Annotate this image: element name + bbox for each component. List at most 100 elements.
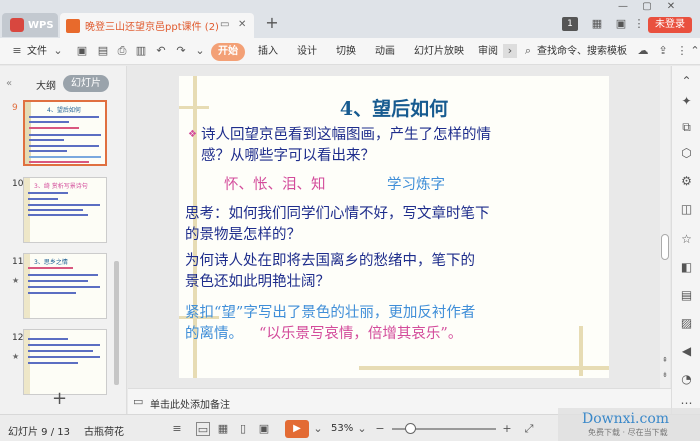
- slide-text-line: 景色还如此明艳壮阔？: [185, 274, 330, 290]
- theme-name[interactable]: 古瓶荷花: [84, 423, 124, 438]
- minimize-icon[interactable]: —: [612, 0, 634, 14]
- canvas-scrollbar[interactable]: ⇞ ⇟: [660, 66, 670, 388]
- adjust-icon[interactable]: ⚙: [679, 174, 694, 189]
- file-menu[interactable]: 文件: [27, 43, 47, 60]
- share-icon[interactable]: ⇪: [656, 44, 670, 58]
- save-icon[interactable]: ▣: [75, 44, 89, 58]
- thumbnail-line: [28, 209, 83, 211]
- tab-transition[interactable]: 切换: [336, 43, 356, 60]
- audio-icon[interactable]: ◀: [679, 344, 694, 359]
- layers-icon[interactable]: ◧: [679, 260, 694, 275]
- zoom-slider-knob[interactable]: [405, 423, 416, 434]
- slide-keywords-note: 学习炼字: [387, 177, 445, 193]
- slide-thumbnail-12[interactable]: [23, 329, 107, 395]
- zoom-in-icon[interactable]: +: [500, 422, 514, 436]
- tab-animation[interactable]: 动画: [375, 43, 395, 60]
- tab-present-icon[interactable]: ▭: [220, 19, 229, 30]
- play-dropdown-icon[interactable]: ⌄: [311, 422, 325, 436]
- zoom-out-icon[interactable]: −: [373, 422, 387, 436]
- cloud-sync-icon[interactable]: ☁: [636, 44, 650, 58]
- ribbon-scroll-right-icon[interactable]: ›: [503, 44, 517, 58]
- maximize-icon[interactable]: ▢: [636, 0, 658, 14]
- redo-icon[interactable]: ↷: [174, 44, 188, 58]
- hamburger-menu-icon[interactable]: ≡: [10, 44, 24, 58]
- page-count-badge[interactable]: 1: [562, 17, 578, 31]
- slide-title: 4、望后如何: [339, 98, 449, 120]
- slide-text-line: 紧扣“望”字写出了景色的壮丽，更加反衬作者: [185, 305, 476, 321]
- print-icon[interactable]: ⎙: [115, 44, 129, 58]
- history-icon[interactable]: ◔: [679, 372, 694, 387]
- collapse-panel-icon[interactable]: «: [6, 78, 12, 89]
- thumbnail-decoration: [25, 102, 31, 164]
- close-window-icon[interactable]: ✕: [660, 0, 682, 14]
- tab-review[interactable]: 审阅: [478, 43, 498, 60]
- customize-dropdown-icon[interactable]: ⌄: [193, 44, 207, 58]
- notes-toggle-icon[interactable]: ≡: [170, 422, 184, 436]
- scrollbar-thumb[interactable]: [661, 234, 669, 260]
- image-icon[interactable]: ▨: [679, 316, 694, 331]
- thumbnail-line: [29, 127, 79, 129]
- next-slide-icon[interactable]: ⇟: [660, 371, 670, 379]
- slide-thumbnail-9[interactable]: 4、望后如何: [23, 100, 107, 166]
- login-button[interactable]: 未登录: [648, 17, 692, 33]
- thumbnail-line: [28, 292, 76, 294]
- thumbnail-line: [28, 350, 93, 352]
- thumbnail-line: [28, 214, 88, 216]
- undo-icon[interactable]: ↶: [154, 44, 168, 58]
- thumbnail-number: 11: [12, 257, 24, 267]
- fit-window-icon[interactable]: ⤢: [522, 422, 536, 436]
- document-icon[interactable]: ▤: [679, 288, 694, 303]
- play-slideshow-button[interactable]: ▶: [285, 420, 309, 438]
- search-icon: ⌕: [524, 44, 532, 57]
- bullet-icon: ❖: [188, 129, 197, 140]
- thumbnail-line: [28, 192, 68, 194]
- tab-insert[interactable]: 插入: [258, 43, 278, 60]
- slide-sorter-icon[interactable]: ▦: [216, 422, 230, 436]
- tab-slides[interactable]: 幻灯片: [63, 75, 109, 92]
- add-slide-button[interactable]: +: [52, 388, 67, 409]
- tab-close-icon[interactable]: ✕: [238, 19, 246, 30]
- wps-home-tab[interactable]: WPS: [2, 13, 58, 37]
- vine-decoration: [359, 366, 609, 370]
- thumbnail-line: [29, 116, 99, 118]
- notes-placeholder[interactable]: 单击此处添加备注: [150, 396, 230, 411]
- animation-star-icon: ★: [12, 276, 20, 285]
- previous-slide-icon[interactable]: ⇞: [660, 356, 670, 364]
- document-tab[interactable]: 晚登三山还望京邑ppt课件 (2) ▭ ✕: [60, 13, 254, 38]
- zoom-dropdown-icon[interactable]: ⌄: [355, 422, 369, 436]
- slide-thumbnail-11[interactable]: 3、思乡之情: [23, 253, 107, 319]
- tab-outline[interactable]: 大纲: [36, 77, 56, 92]
- file-dropdown-icon[interactable]: ⌄: [51, 44, 65, 58]
- tab-design[interactable]: 设计: [297, 43, 317, 60]
- shape-icon[interactable]: ⬡: [679, 146, 694, 161]
- current-slide[interactable]: 4、望后如何 ❖ 诗人回望京邑看到这幅图画，产生了怎样的情 感？从哪些字可以看出…: [179, 76, 609, 378]
- document-tab-title: 晚登三山还望京邑ppt课件 (2): [85, 22, 219, 33]
- slides-icon[interactable]: ⧉: [679, 120, 694, 135]
- export-pdf-icon[interactable]: ▤: [96, 44, 110, 58]
- more-icon[interactable]: ⋮: [632, 17, 646, 31]
- skin-icon[interactable]: ▦: [590, 17, 604, 31]
- slide-thumbnail-10[interactable]: 3、绮 赏析写景诗句: [23, 177, 107, 243]
- print-preview-icon[interactable]: ▥: [134, 44, 148, 58]
- sidebar-collapse-icon[interactable]: ⌃: [679, 74, 694, 89]
- zoom-level[interactable]: 53%: [331, 423, 353, 434]
- ribbon-more-icon[interactable]: ⋮: [675, 44, 689, 58]
- ppt-file-icon: [66, 18, 80, 33]
- frame-icon[interactable]: ◫: [679, 202, 694, 217]
- tab-home[interactable]: 开始: [211, 43, 245, 61]
- thumbnail-line: [28, 356, 100, 358]
- normal-view-icon[interactable]: ▭: [196, 422, 210, 436]
- new-tab-button[interactable]: +: [263, 14, 281, 32]
- message-icon[interactable]: ▣: [614, 17, 628, 31]
- command-search[interactable]: 查找命令、搜索模板: [537, 43, 627, 60]
- slide-text-line: “以乐景写哀情，倍增其哀乐”。: [259, 326, 463, 342]
- ribbon-collapse-icon[interactable]: ⌃: [688, 44, 700, 58]
- reading-view-icon[interactable]: ▯: [236, 422, 250, 436]
- watermark-logo: Downxi.com: [582, 411, 670, 427]
- thumbnail-scrollbar[interactable]: [114, 261, 119, 385]
- thumbnail-number: 10: [12, 179, 24, 189]
- presenter-view-icon[interactable]: ▣: [257, 422, 271, 436]
- tab-slideshow[interactable]: 幻灯片放映: [414, 43, 464, 60]
- magic-icon[interactable]: ✦: [679, 94, 694, 109]
- star-icon[interactable]: ☆: [679, 232, 694, 247]
